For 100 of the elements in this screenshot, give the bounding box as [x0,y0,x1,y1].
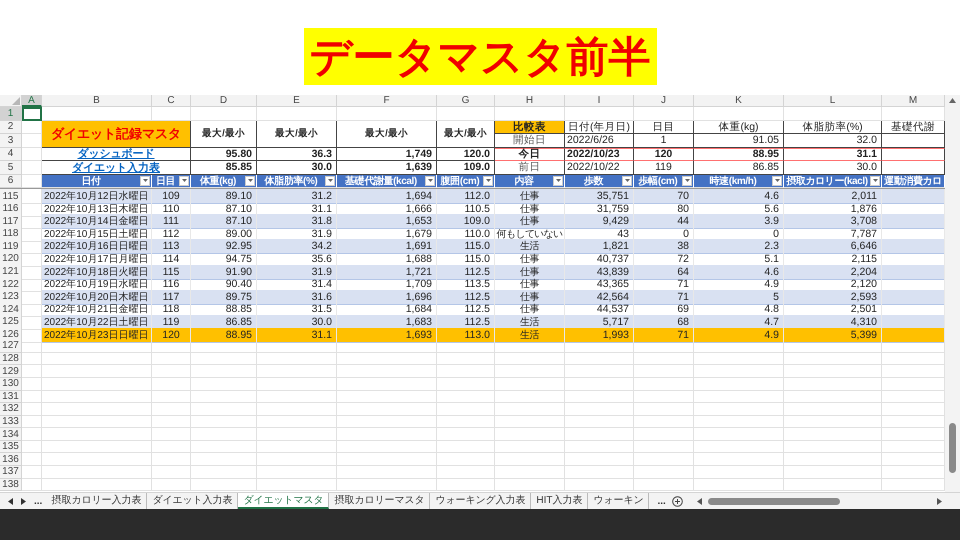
filter-button[interactable] [179,176,189,186]
add-sheet-icon[interactable] [672,496,683,506]
filter-button[interactable] [553,176,563,186]
empty-cell [495,365,565,378]
previous-sheet-icon[interactable] [8,498,13,504]
column-header: 体脂肪率(%) [263,174,318,188]
table-cell: 2022年10月23日日曜日 [42,328,152,343]
table-cell: 1,683 [337,314,437,330]
filter-button[interactable] [483,176,493,186]
table-cell: 115 [152,264,191,280]
table-cell: 119 [152,314,191,330]
sheet-tab[interactable]: ダイエットマスタ [238,493,330,509]
empty-cell [191,403,257,416]
active-cell[interactable] [22,107,42,120]
row-header[interactable]: 5 [0,161,22,174]
empty-cell [152,428,191,441]
scroll-thumb[interactable] [949,423,956,473]
table-cell: 4.6 [694,189,784,204]
empty-cell [565,453,634,466]
row-header[interactable]: 1 [0,107,22,120]
filter-button[interactable] [325,176,335,186]
column-header[interactable]: A [22,95,42,107]
table-cell: 117 [152,290,191,305]
next-sheet-icon[interactable] [21,498,26,504]
table-cell: 最大/最小 [257,120,337,148]
row-header[interactable]: 130 [0,378,22,390]
scroll-left-icon[interactable] [696,498,702,504]
row-header[interactable]: 133 [0,416,22,428]
empty-cell [634,478,694,492]
table-cell: 111 [152,214,191,230]
empty-cell [634,107,694,120]
table-cell: 2022年10月22日土曜日 [42,314,152,330]
empty-cell [634,340,694,353]
table-cell: 2022年10月14日金曜日 [42,214,152,230]
row-header[interactable]: 2 [0,120,22,134]
column-header[interactable]: G [437,95,495,107]
empty-cell [882,148,945,161]
table-cell: 2022年10月12日水曜日 [42,189,152,204]
column-header[interactable]: E [257,95,337,107]
horizontal-scrollbar[interactable] [696,498,942,504]
row-header[interactable]: 4 [0,148,22,161]
empty-cell [191,365,257,378]
empty-cell [191,478,257,492]
row-header[interactable]: 3 [0,134,22,148]
row-header[interactable]: 132 [0,403,22,416]
table-cell: 1,821 [565,239,634,254]
empty-cell [437,378,495,390]
row-header[interactable]: 131 [0,390,22,404]
row-header[interactable]: 137 [0,466,22,479]
caret-icon [556,179,560,182]
row-header[interactable]: 138 [0,478,22,492]
column-header[interactable]: D [191,95,257,107]
sheet-link[interactable]: ダッシュボード [78,146,154,162]
filter-button[interactable] [425,176,435,186]
column-header[interactable]: J [634,95,694,107]
caret-icon [248,179,252,182]
table-cell: 2,593 [784,290,882,305]
table-cell: 112.0 [437,189,495,204]
empty-cell [152,453,191,466]
filter-button[interactable] [622,176,632,186]
table-cell: 4.6 [694,264,784,280]
row-header[interactable]: 134 [0,428,22,441]
empty-cell [495,390,565,404]
table-cell: 5,399 [784,328,882,343]
empty-cell [191,352,257,366]
scroll-right-icon[interactable] [937,498,942,504]
empty-cell [565,352,634,366]
table-cell: 112.5 [437,290,495,305]
caret-icon [142,179,148,182]
scroll-up-icon[interactable] [949,98,956,103]
row-header[interactable]: 129 [0,365,22,378]
empty-cell [634,403,694,416]
filter-button[interactable] [245,176,255,186]
row-header[interactable]: 135 [0,440,22,454]
filter-button[interactable] [772,176,782,186]
column-label: 体重(kg) [694,120,784,134]
more-sheets-button[interactable]: ... [34,496,42,506]
filter-button[interactable] [682,176,692,186]
column-header[interactable]: F [337,95,437,107]
column-header[interactable]: H [495,95,565,107]
empty-cell [565,466,634,479]
column-header[interactable]: C [152,95,191,107]
column-label: 日目 [634,120,694,134]
more-sheets-button[interactable]: ... [657,496,666,506]
sheet-link[interactable]: ダイエット入力表 [72,160,160,175]
filter-button[interactable] [870,176,880,186]
empty-cell [565,390,634,404]
column-header[interactable]: L [784,95,882,107]
empty-cell [191,440,257,454]
column-header[interactable]: K [694,95,784,107]
table-cell: 113.0 [437,328,495,343]
column-header[interactable]: I [565,95,634,107]
filter-button[interactable] [140,176,150,186]
column-header: 日目 [154,174,176,188]
row-header[interactable]: 136 [0,453,22,466]
row-header[interactable]: 127 [0,340,22,353]
row-header[interactable]: 128 [0,352,22,366]
column-header[interactable]: B [42,95,152,107]
vertical-scrollbar[interactable] [945,95,960,492]
row-header[interactable]: 6 [0,174,22,188]
